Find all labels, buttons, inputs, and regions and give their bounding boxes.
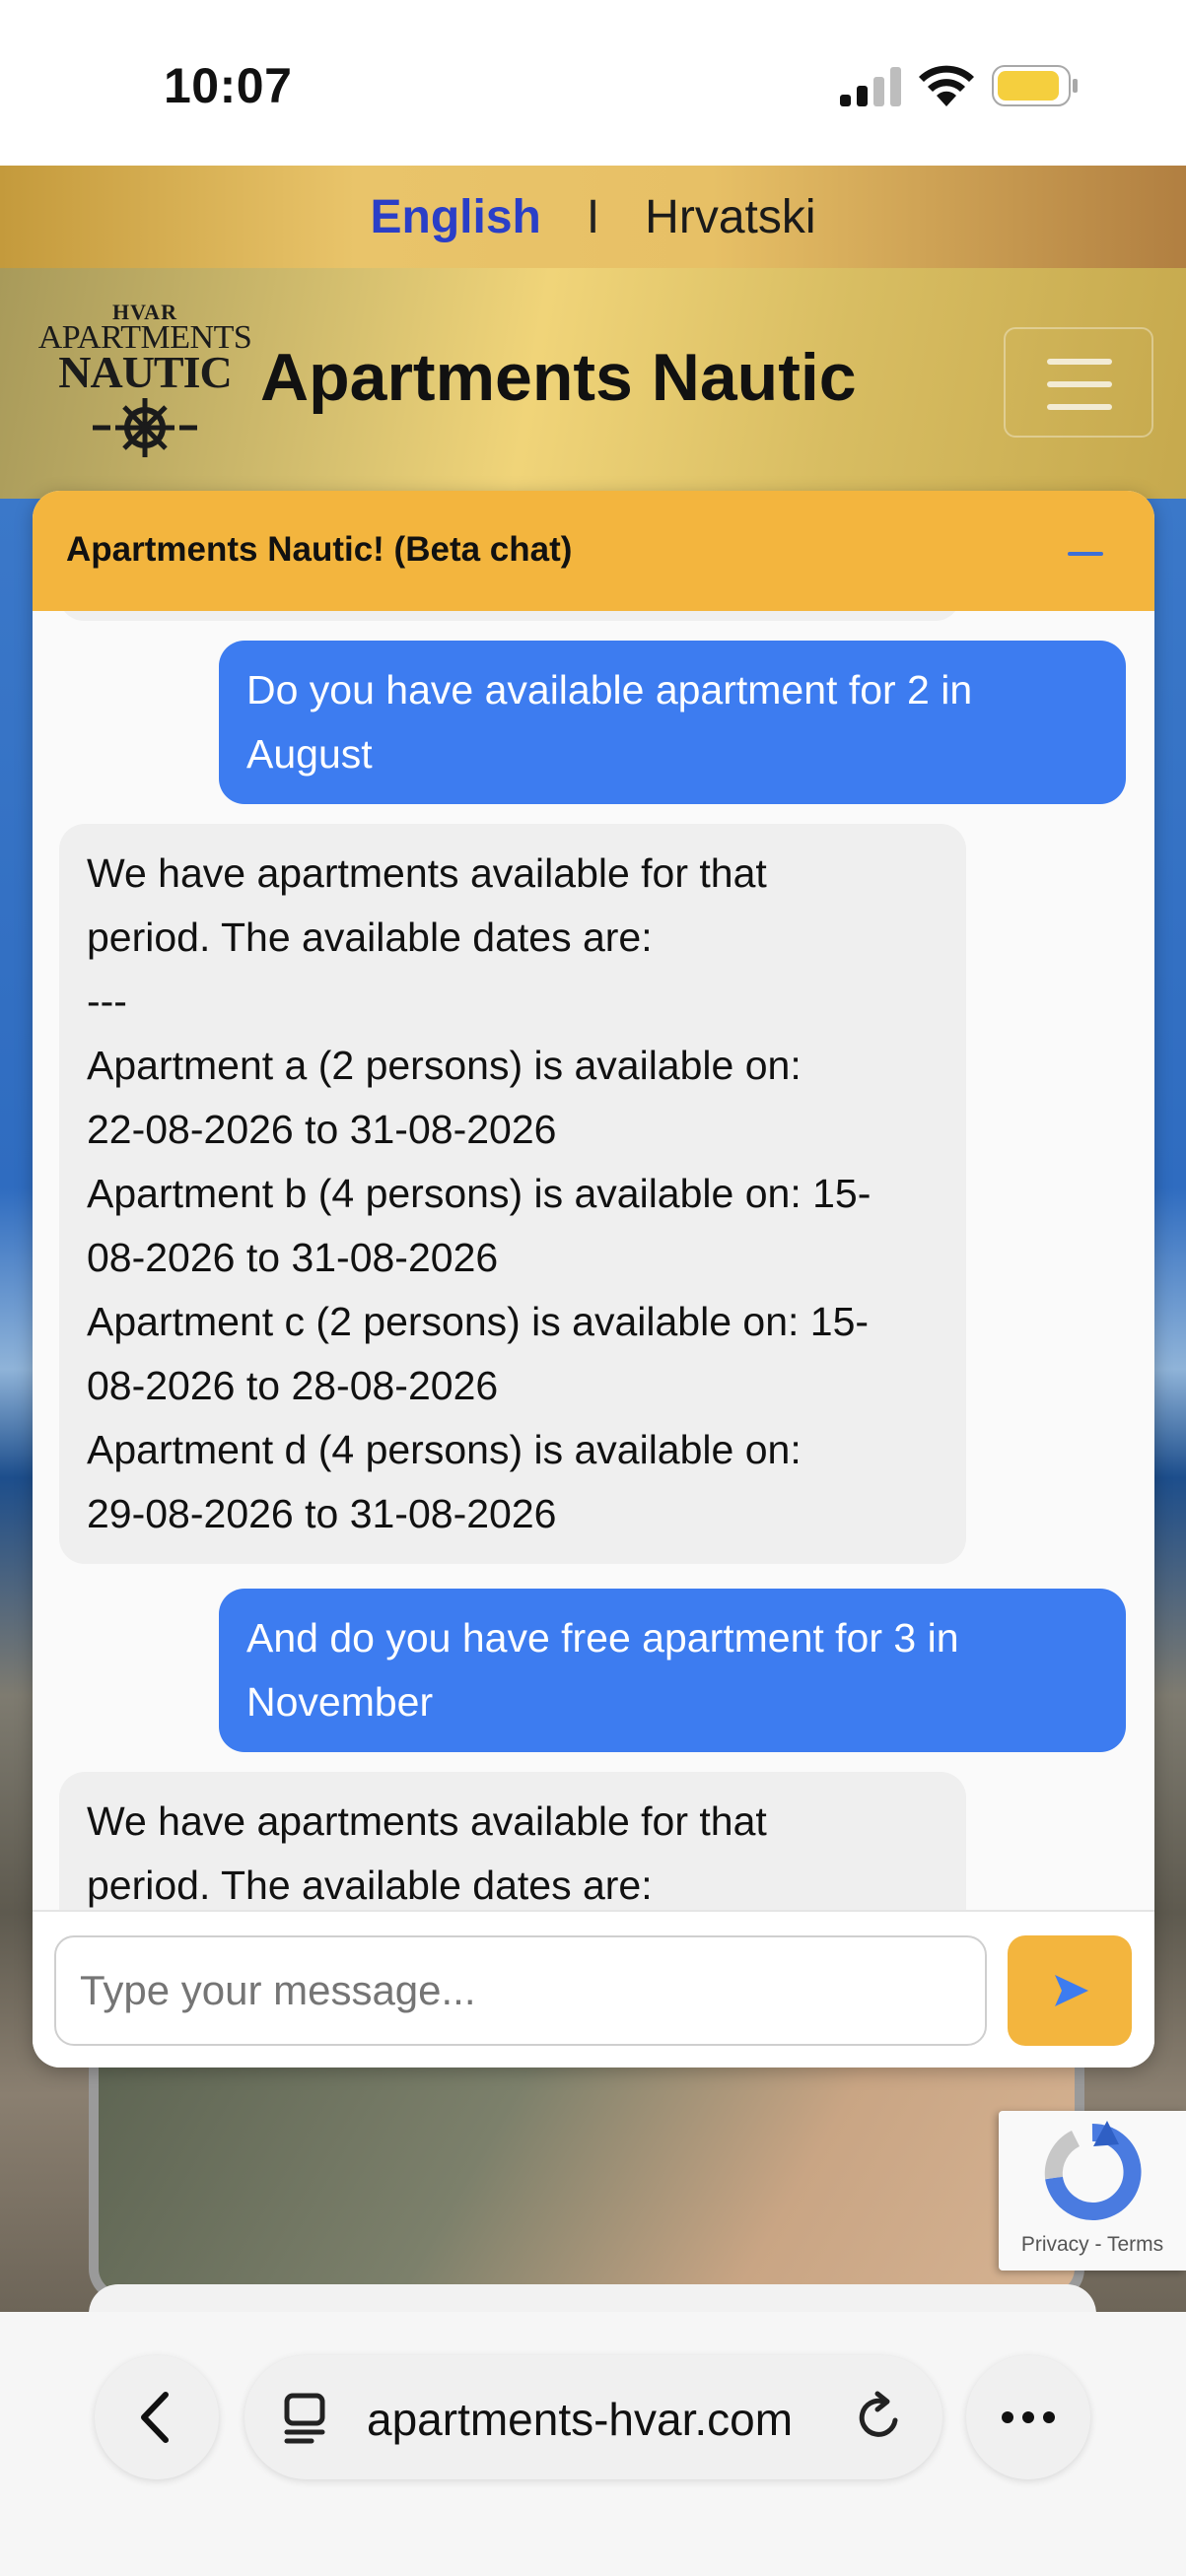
battery-icon — [992, 65, 1078, 106]
message-line: --- — [87, 979, 127, 1024]
language-croatian-link[interactable]: Hrvatski — [645, 190, 815, 244]
user-message: Do you have available apartment for 2 in… — [219, 641, 1126, 804]
status-bar: 10:07 — [0, 0, 1186, 166]
ship-wheel-icon — [93, 398, 197, 457]
address-bar[interactable]: apartments-hvar.com — [244, 2355, 942, 2479]
wifi-icon — [919, 65, 974, 106]
site-logo[interactable]: HVAR APARTMENTS NAUTIC — [34, 302, 256, 469]
message-line: period. The available dates are: — [87, 1863, 653, 1908]
ellipsis-icon — [1002, 2411, 1055, 2423]
reload-icon[interactable] — [854, 2391, 905, 2444]
hamburger-line — [1047, 381, 1112, 387]
chat-messages[interactable]: Do you have available apartment for 2 in… — [33, 611, 1154, 1910]
message-line: Apartment d (4 persons) is available on: — [87, 1427, 802, 1472]
photo-card — [89, 2036, 1084, 2302]
site-header: HVAR APARTMENTS NAUTIC Apartments Nautic — [0, 268, 1186, 499]
logo-line-nautic: NAUTIC — [58, 347, 232, 397]
user-message: And do you have free apartment for 3 in … — [219, 1589, 1126, 1752]
cellular-signal-icon — [840, 67, 901, 106]
chat-widget: Apartments Nautic! (Beta chat) Do you ha… — [33, 491, 1154, 2068]
message-line: Apartment a (2 persons) is available on: — [87, 1043, 802, 1088]
bot-message-partial — [59, 611, 960, 621]
hamburger-menu-button[interactable] — [1004, 327, 1153, 438]
minimize-icon[interactable] — [1068, 552, 1103, 556]
page-menu-icon — [284, 2393, 325, 2444]
status-time: 10:07 — [164, 58, 293, 113]
message-line: Apartment b (4 persons) is available on:… — [87, 1171, 872, 1216]
message-line: period. The available dates are: — [87, 915, 653, 960]
message-line: Apartment c (2 persons) is available on:… — [87, 1299, 870, 1344]
hamburger-menu-icon — [1047, 359, 1112, 365]
message-line: 29-08-2026 to 31-08-2026 — [87, 1491, 557, 1536]
recaptcha-logo-icon — [1044, 2121, 1142, 2220]
browser-toolbar: apartments-hvar.com — [0, 2312, 1186, 2576]
message-line: 08-2026 to 31-08-2026 — [87, 1235, 499, 1280]
message-line: November — [246, 1679, 434, 1725]
recaptcha-privacy-link[interactable]: Privacy — [1021, 2233, 1089, 2256]
more-options-button[interactable] — [966, 2355, 1090, 2479]
url-text: apartments-hvar.com — [367, 2394, 794, 2445]
hamburger-line — [1047, 404, 1112, 410]
message-line: Do you have available apartment for 2 in — [246, 667, 973, 712]
message-line: August — [246, 731, 373, 777]
recaptcha-links: Privacy - Terms — [999, 2233, 1186, 2257]
language-separator: I — [586, 190, 600, 243]
recaptcha-separator: - — [1094, 2233, 1102, 2256]
language-switcher: English I Hrvatski — [0, 166, 1186, 268]
message-line: 08-2026 to 28-08-2026 — [87, 1363, 499, 1408]
bot-message: We have apartments available for that pe… — [59, 824, 966, 1564]
chevron-left-icon — [141, 2392, 169, 2443]
message-line: We have apartments available for that — [87, 850, 767, 896]
site-title: Apartments Nautic — [260, 340, 857, 415]
chat-title: Apartments Nautic! (Beta chat) — [66, 530, 573, 569]
send-arrow-icon — [1055, 1975, 1088, 2006]
back-button[interactable] — [95, 2355, 219, 2479]
language-english-link[interactable]: English — [370, 190, 540, 244]
send-button[interactable] — [1008, 1935, 1132, 2046]
bot-message: We have apartments available for that pe… — [59, 1772, 966, 1910]
message-line: And do you have free apartment for 3 in — [246, 1615, 959, 1661]
chat-message-input[interactable] — [54, 1935, 987, 2046]
message-line: We have apartments available for that — [87, 1798, 767, 1844]
recaptcha-badge[interactable]: Privacy - Terms — [999, 2111, 1186, 2271]
content-card-edge — [89, 2284, 1096, 2312]
chat-header[interactable]: Apartments Nautic! (Beta chat) — [33, 491, 1154, 611]
recaptcha-terms-link[interactable]: Terms — [1107, 2233, 1163, 2256]
message-line: 22-08-2026 to 31-08-2026 — [87, 1107, 557, 1152]
chat-input-area — [33, 1910, 1154, 2068]
